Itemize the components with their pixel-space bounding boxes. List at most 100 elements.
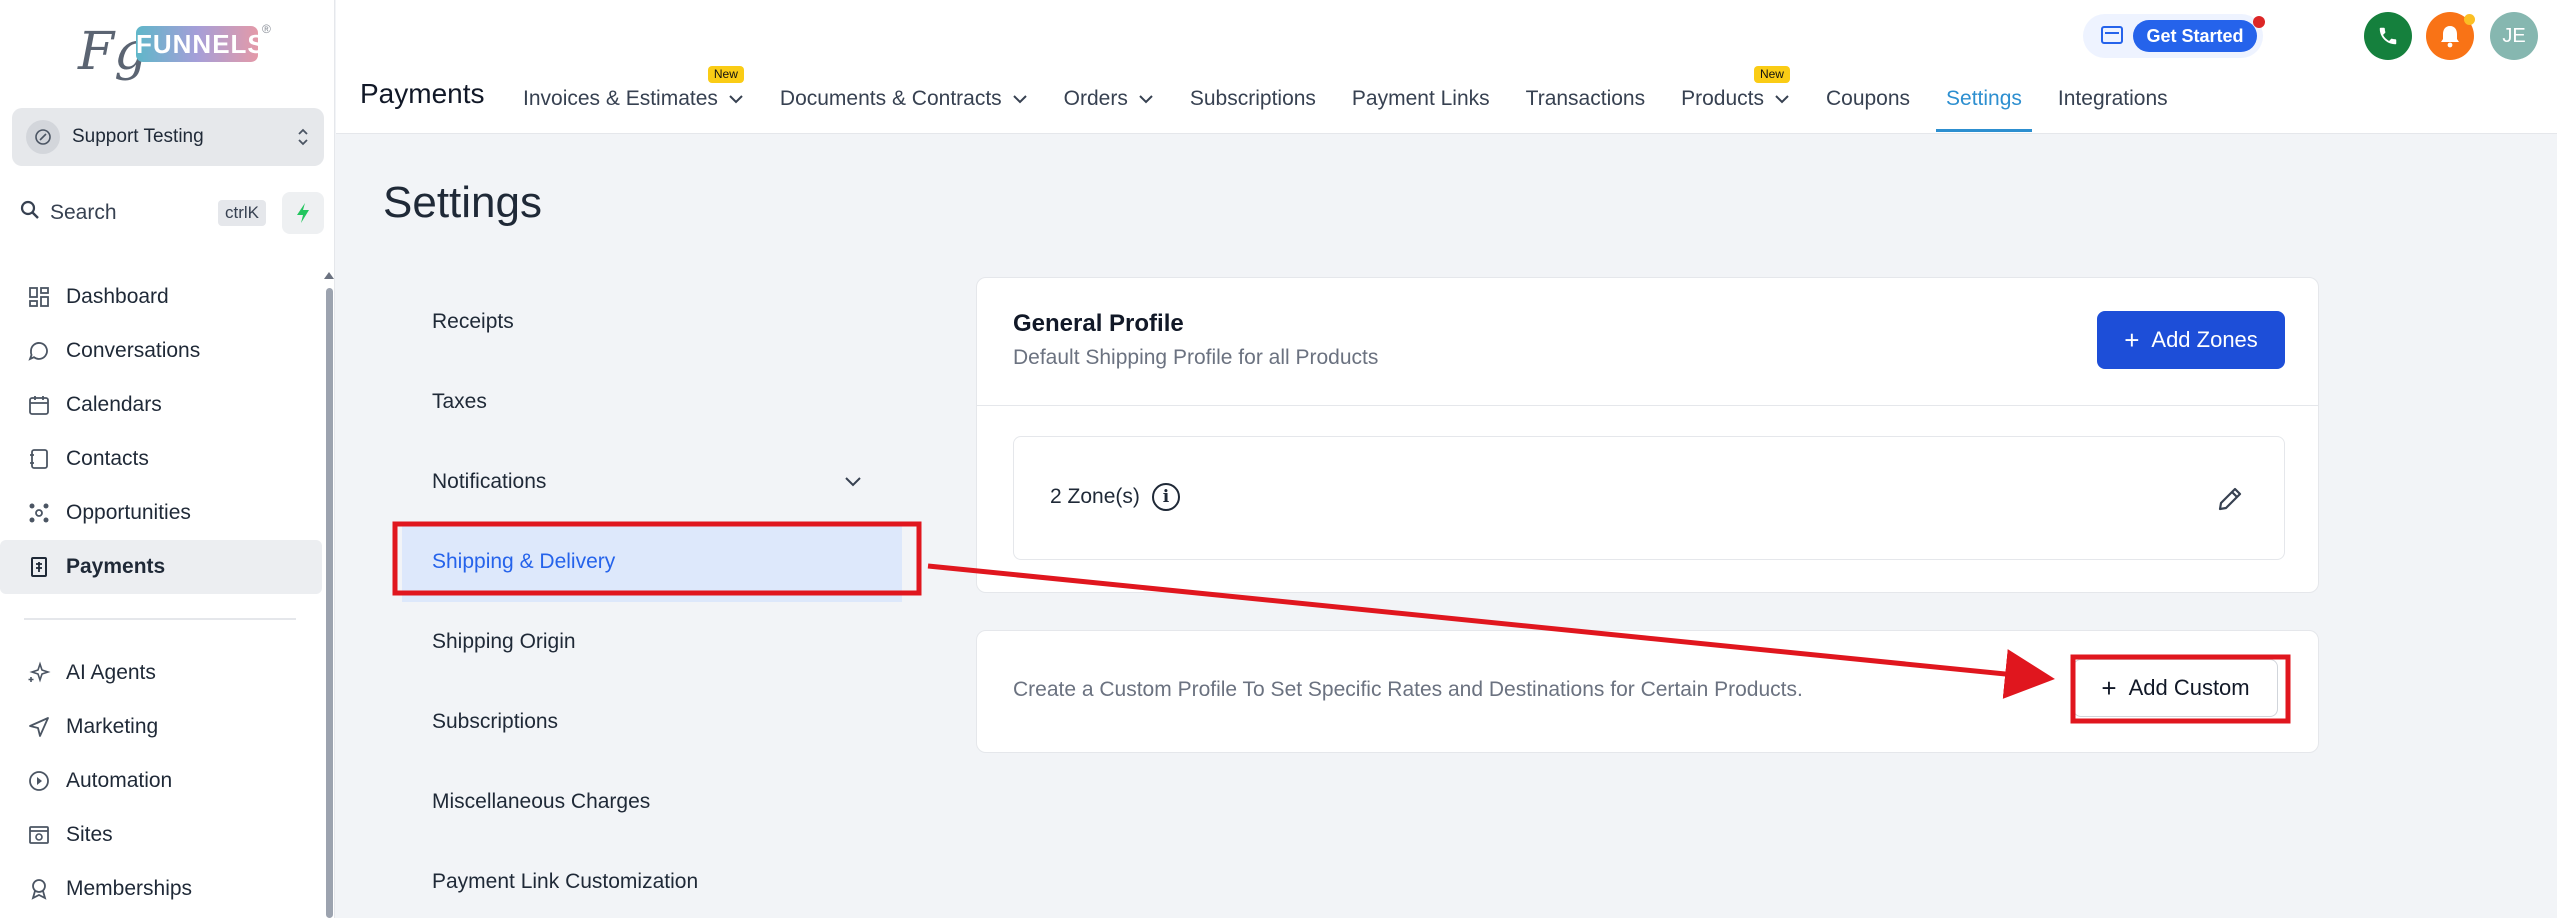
settings-nav-label: Subscriptions <box>432 710 559 733</box>
account-name: Support Testing <box>72 126 204 147</box>
search-label: Search <box>50 201 117 224</box>
sidebar-item-label: AI Agents <box>66 661 156 684</box>
card-icon <box>2101 26 2123 44</box>
tab-subscriptions[interactable]: Subscriptions <box>1172 68 1334 130</box>
settings-nav: Receipts Taxes Notifications Shipping & Del… <box>402 282 902 918</box>
settings-nav-label: Receipts <box>432 310 514 333</box>
quick-action-bolt-icon[interactable] <box>282 192 324 234</box>
sidebar-scrollbar[interactable] <box>326 288 333 918</box>
sidebar-item-label: Contacts <box>66 447 149 470</box>
search-bar[interactable]: Search ctrlK <box>12 192 274 234</box>
user-avatar[interactable]: JE <box>2490 12 2538 60</box>
sidebar-item-automation[interactable]: Automation <box>0 754 322 808</box>
account-avatar-icon <box>26 120 60 154</box>
tab-invoices-and-estimates[interactable]: Invoices & Estimates New <box>505 66 762 130</box>
sidebar-item-payments[interactable]: Payments <box>0 540 322 594</box>
search-icon <box>20 200 42 226</box>
tab-coupons[interactable]: Coupons <box>1808 68 1928 130</box>
sidebar-item-ai-agents[interactable]: AI Agents <box>0 646 322 700</box>
bell-badge <box>2464 14 2475 25</box>
tab-label: Integrations <box>2057 87 2168 110</box>
sidebar: Fg FUNNELS ® Support Testing Search ctrl… <box>0 0 335 918</box>
sidebar-item-label: Conversations <box>66 339 201 362</box>
pencil-icon[interactable] <box>2212 481 2248 517</box>
sidebar-item-dashboard[interactable]: Dashboard <box>0 270 322 324</box>
new-badge: New <box>707 66 744 83</box>
sidebar-item-label: Memberships <box>66 877 193 900</box>
settings-nav-shipping-and-delivery[interactable]: Shipping & Delivery <box>402 522 902 602</box>
tab-label: Documents & Contracts <box>779 87 1002 110</box>
settings-nav-receipts[interactable]: Receipts <box>402 282 902 362</box>
notification-dot <box>2253 16 2265 28</box>
add-custom-button[interactable]: + Add Custom <box>2073 659 2278 717</box>
settings-nav-miscellaneous-charges[interactable]: Miscellaneous Charges <box>402 762 902 842</box>
chat-icon <box>26 338 52 364</box>
info-icon[interactable]: i <box>1152 483 1180 511</box>
get-started-pill[interactable]: Get Started <box>2083 14 2265 58</box>
plus-icon: + <box>2124 324 2140 355</box>
sidebar-item-label: Marketing <box>66 715 159 738</box>
sidebar-nav-secondary: AI Agents Marketing Automation Sites Members… <box>0 646 322 916</box>
settings-nav-payment-link-customization[interactable]: Payment Link Customization <box>402 842 902 918</box>
sidebar-item-label: Sites <box>66 823 113 846</box>
brand-logo[interactable]: Fg FUNNELS ® <box>78 22 271 82</box>
sidebar-item-conversations[interactable]: Conversations <box>0 324 322 378</box>
settings-nav-subscriptions[interactable]: Subscriptions <box>402 682 902 762</box>
chevron-down-icon <box>1012 71 1028 127</box>
get-started-button[interactable]: Get Started <box>2133 20 2257 52</box>
memberships-icon <box>26 876 52 902</box>
tab-label: Invoices & Estimates <box>523 87 718 110</box>
tab-label: Transactions <box>1525 87 1646 110</box>
calendar-icon <box>26 392 52 418</box>
zones-count: 2 Zone(s) <box>1050 485 1140 508</box>
chevron-down-icon[interactable] <box>844 442 862 522</box>
sidebar-item-memberships[interactable]: Memberships <box>0 862 322 916</box>
sidebar-item-calendars[interactable]: Calendars <box>0 378 322 432</box>
logo-text: FUNNELS <box>136 26 265 62</box>
dashboard-icon <box>26 284 52 310</box>
tab-documents-and-contracts[interactable]: Documents & Contracts <box>762 68 1046 130</box>
general-profile-subtitle: Default Shipping Profile for all Product… <box>1013 346 1379 369</box>
account-switcher[interactable]: Support Testing <box>12 108 324 166</box>
add-zones-button[interactable]: + Add Zones <box>2097 311 2285 369</box>
custom-profile-card: Create a Custom Profile To Set Specific … <box>976 630 2319 753</box>
sparkle-icon <box>26 660 52 686</box>
general-profile-title: General Profile <box>1013 310 1184 337</box>
scroll-up-arrow[interactable] <box>324 272 334 279</box>
tab-label: Settings <box>1946 87 2022 110</box>
add-zones-label: Add Zones <box>2151 327 2258 352</box>
general-profile-card: General Profile Default Shipping Profile… <box>976 277 2319 593</box>
settings-nav-label: Payment Link Customization <box>432 870 699 893</box>
tab-orders[interactable]: Orders <box>1046 68 1172 130</box>
card-divider <box>977 405 2318 406</box>
settings-nav-taxes[interactable]: Taxes <box>402 362 902 442</box>
tab-label: Subscriptions <box>1189 87 1316 110</box>
automation-icon <box>26 768 52 794</box>
chevron-updown-icon <box>296 126 310 149</box>
sidebar-divider <box>24 618 296 620</box>
phone-icon[interactable] <box>2364 12 2412 60</box>
add-custom-label: Add Custom <box>2128 675 2250 700</box>
logo-registered: ® <box>262 22 271 36</box>
settings-nav-notifications[interactable]: Notifications <box>402 442 902 522</box>
settings-nav-shipping-origin[interactable]: Shipping Origin <box>402 602 902 682</box>
tab-settings[interactable]: Settings <box>1928 68 2040 132</box>
custom-profile-text: Create a Custom Profile To Set Specific … <box>1013 678 1803 701</box>
opportunities-icon <box>26 500 52 526</box>
sidebar-item-marketing[interactable]: Marketing <box>0 700 322 754</box>
tab-integrations[interactable]: Integrations <box>2040 68 2186 130</box>
payments-tabs: Invoices & Estimates New Documents & Contr… <box>505 66 2186 134</box>
contacts-icon <box>26 446 52 472</box>
sidebar-item-contacts[interactable]: Contacts <box>0 432 322 486</box>
sidebar-item-label: Calendars <box>66 393 162 416</box>
search-shortcut: ctrlK <box>218 200 266 226</box>
settings-nav-label: Notifications <box>432 470 547 493</box>
settings-nav-label: Shipping Origin <box>432 630 576 653</box>
sidebar-item-sites[interactable]: Sites <box>0 808 322 862</box>
sidebar-item-opportunities[interactable]: Opportunities <box>0 486 322 540</box>
tab-payment-links[interactable]: Payment Links <box>1334 68 1508 130</box>
tab-transactions[interactable]: Transactions <box>1508 68 1663 130</box>
sidebar-item-label: Opportunities <box>66 501 191 524</box>
tab-products[interactable]: Products New <box>1663 66 1808 130</box>
settings-nav-label: Taxes <box>432 390 487 413</box>
